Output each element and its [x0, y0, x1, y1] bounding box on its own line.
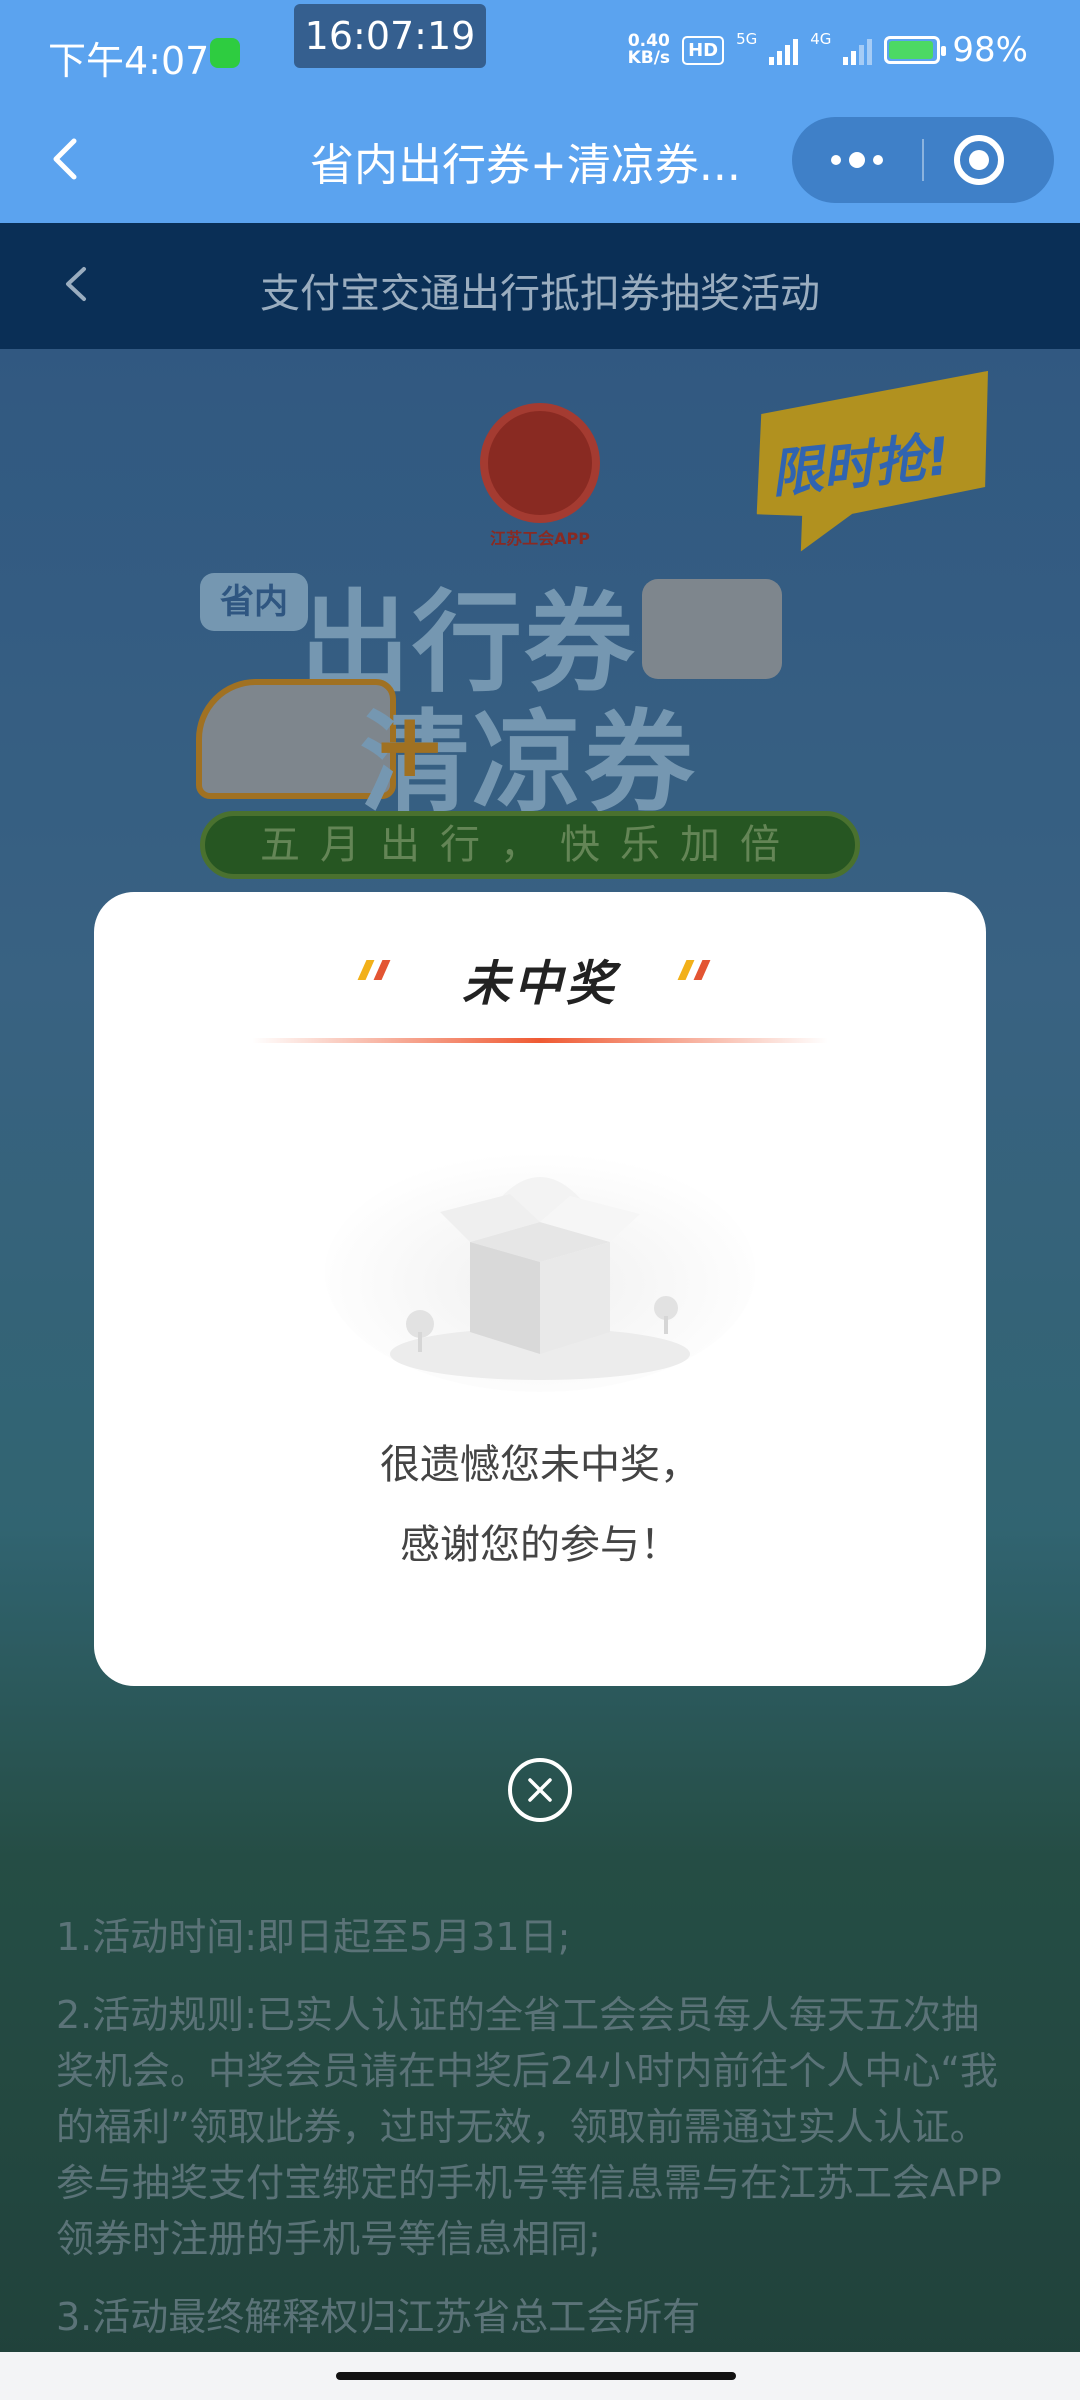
battery-icon: [884, 36, 947, 64]
wechat-notification-icon: [210, 38, 240, 68]
chevron-left-icon: [53, 138, 77, 180]
network-speed: 0.40 KB/s: [628, 33, 670, 67]
back-button[interactable]: [36, 129, 96, 189]
more-button[interactable]: [792, 117, 922, 203]
result-dialog: 未中奖 很遗憾您未中奖， 感谢您的参与！: [94, 892, 986, 1686]
home-indicator[interactable]: [336, 2372, 736, 2380]
capsule-divider: [922, 139, 924, 181]
dialog-title: 未中奖: [461, 956, 618, 1012]
app-title: 省内出行券+清凉券...: [310, 140, 741, 191]
title-underline: [252, 1038, 828, 1043]
mini-program-capsule: [792, 117, 1054, 203]
close-icon: [528, 1778, 552, 1802]
status-icons: 0.40 KB/s HD 5G 4G 98%: [628, 30, 1028, 70]
status-time: 下午4:07: [48, 39, 210, 83]
dialog-message-line1: 很遗憾您未中奖，: [380, 1442, 700, 1488]
signal-5g-label: 5G: [736, 30, 758, 48]
dialog-close-button[interactable]: [508, 1758, 572, 1822]
hd-icon: HD: [682, 35, 725, 65]
battery-percent: 98%: [952, 30, 1028, 70]
signal-4g-icon: [843, 35, 873, 65]
signal-4g-label: 4G: [810, 30, 832, 48]
floating-clock: 16:07:19: [294, 4, 486, 68]
more-dots-icon: [831, 155, 841, 165]
close-mini-program-button[interactable]: [954, 135, 1004, 185]
empty-box-icon: [325, 1152, 755, 1392]
network-speed-unit: KB/s: [627, 48, 671, 68]
dialog-message-line2: 感谢您的参与！: [400, 1522, 680, 1568]
status-bar: 下午4:07 16:07:19 0.40 KB/s HD 5G 4G 98%: [0, 0, 1080, 105]
app-header: 省内出行券+清凉券...: [0, 105, 1080, 223]
title-decoration-right: [677, 960, 718, 982]
signal-5g-icon: [769, 35, 799, 65]
